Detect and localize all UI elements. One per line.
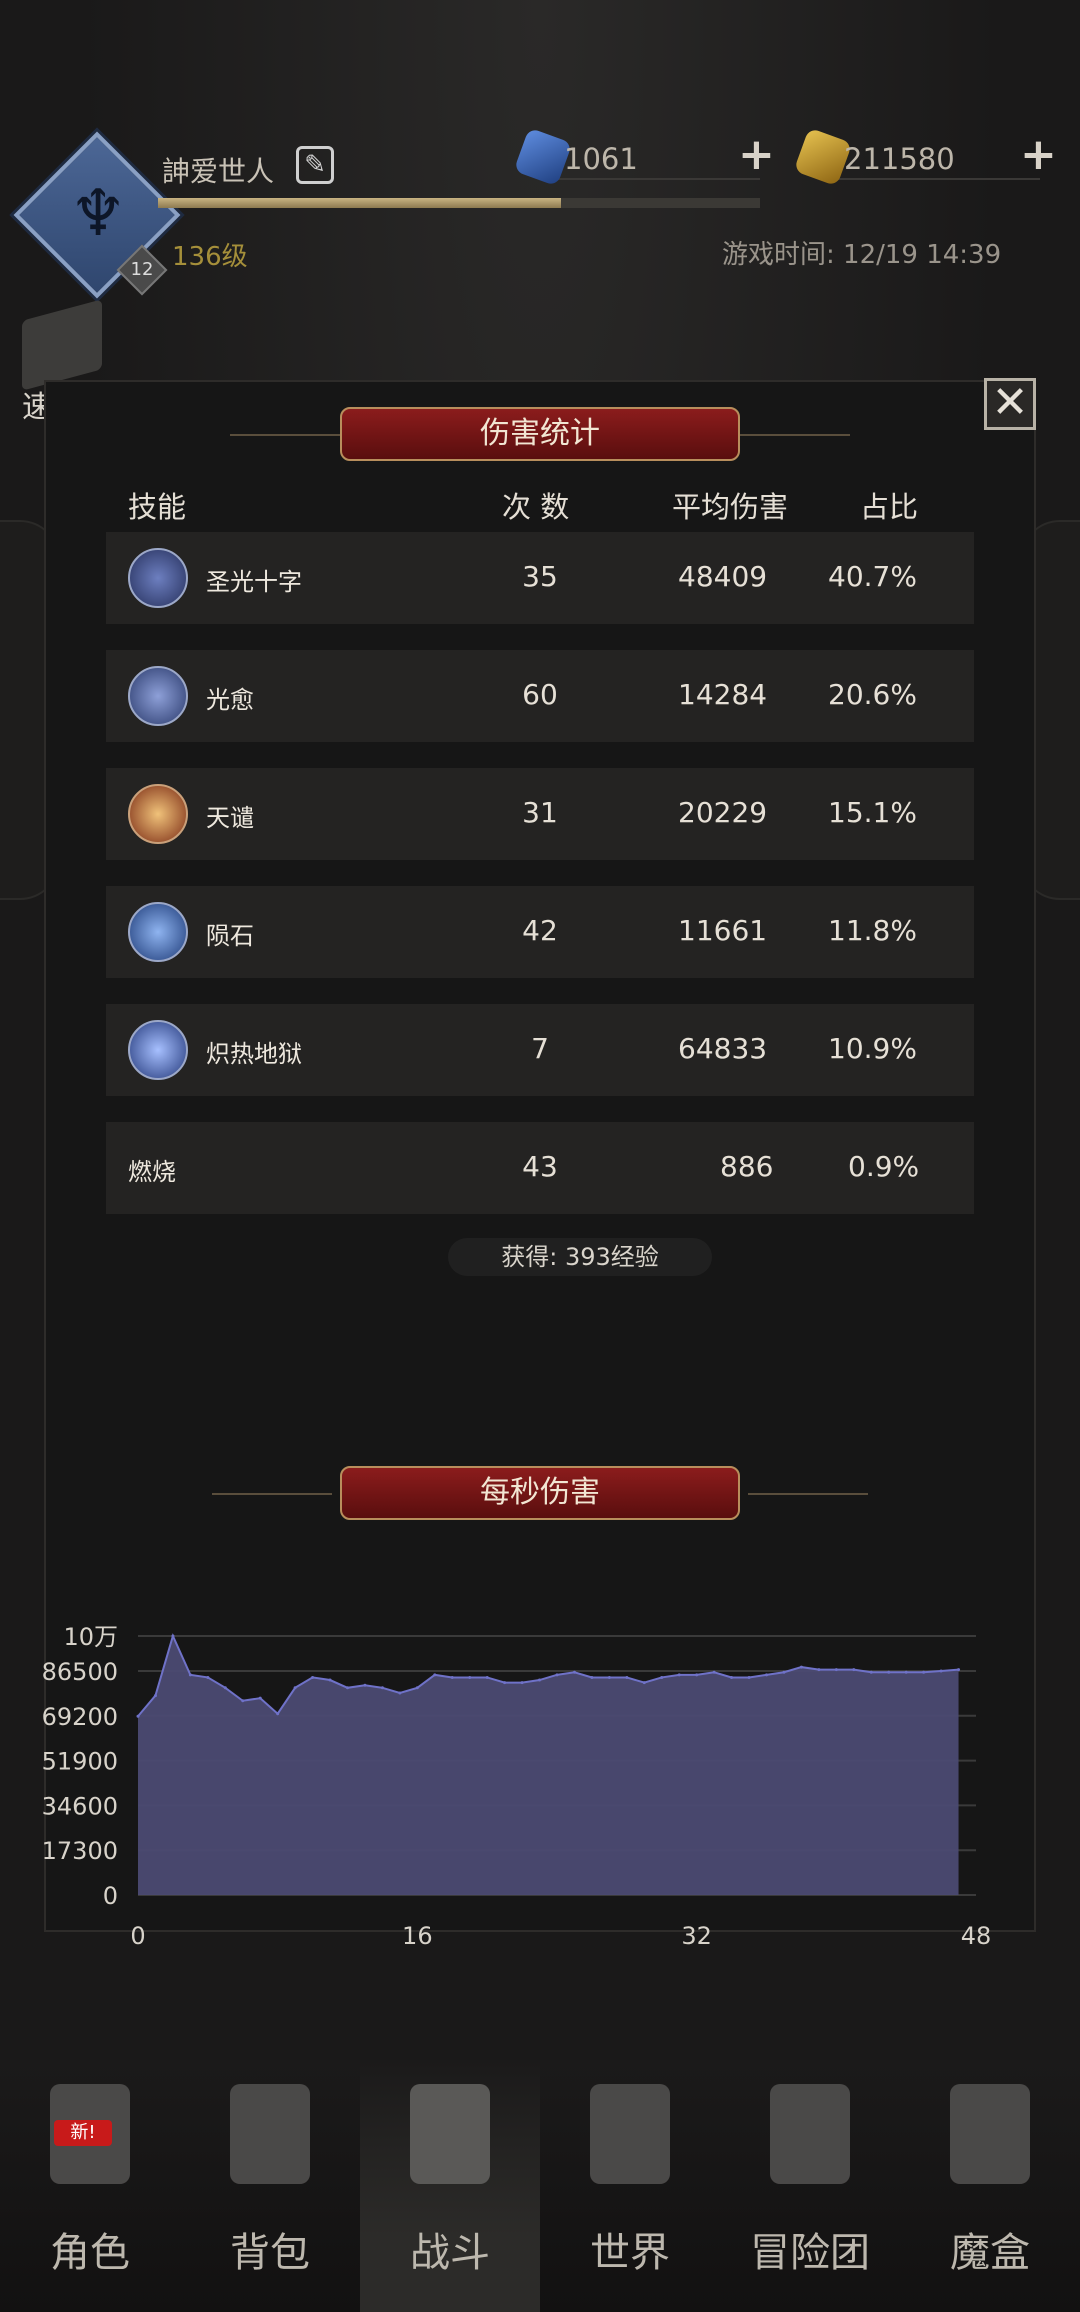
dps-point	[904, 1670, 908, 1674]
y-tick-label: 0	[103, 1882, 118, 1910]
y-tick-label: 69200	[42, 1703, 118, 1731]
dps-point	[799, 1665, 803, 1669]
dps-point	[293, 1686, 297, 1690]
dps-point	[450, 1675, 454, 1679]
y-tick-label: 86500	[42, 1658, 118, 1686]
nav-item-adventure-team[interactable]: 冒险团	[720, 2060, 900, 2312]
dps-point	[136, 1714, 140, 1718]
dps-point	[485, 1675, 489, 1679]
sword-shield-icon	[410, 2084, 490, 2184]
dps-point	[782, 1670, 786, 1674]
y-tick-label: 17300	[42, 1837, 118, 1865]
dps-point	[433, 1673, 437, 1677]
dps-point	[153, 1694, 157, 1698]
dps-point	[852, 1668, 856, 1672]
dps-point	[223, 1686, 227, 1690]
map-scroll-icon	[590, 2084, 670, 2184]
dps-point	[171, 1634, 175, 1638]
nav-item-backpack[interactable]: 背包	[180, 2060, 360, 2312]
dps-point	[887, 1670, 891, 1674]
x-tick-label: 32	[681, 1922, 712, 1950]
dps-point	[765, 1673, 768, 1677]
nav-item-world[interactable]: 世界	[540, 2060, 720, 2312]
nav-label: 冒险团	[750, 2230, 870, 2276]
x-tick-label: 48	[961, 1922, 992, 1950]
dps-point	[398, 1691, 402, 1695]
dps-point	[695, 1673, 699, 1677]
dps-point	[730, 1675, 734, 1679]
dps-point	[538, 1678, 542, 1682]
dps-point	[468, 1675, 472, 1679]
dps-point	[363, 1683, 367, 1687]
dps-point	[642, 1681, 646, 1685]
nav-label: 世界	[590, 2230, 670, 2276]
new-badge: 新!	[54, 2120, 112, 2146]
dps-point	[503, 1681, 507, 1685]
dps-point	[346, 1686, 349, 1690]
castle-icon	[770, 2084, 850, 2184]
dps-point	[922, 1670, 926, 1674]
dps-point	[817, 1668, 821, 1672]
dps-point	[660, 1675, 664, 1679]
nav-item-character[interactable]: 新! 角色	[0, 2060, 180, 2312]
dps-point	[957, 1668, 961, 1672]
dps-point	[258, 1696, 262, 1700]
y-tick-label: 51900	[42, 1748, 118, 1776]
dps-point	[869, 1670, 873, 1674]
dps-point	[607, 1675, 611, 1679]
nav-item-magic-box[interactable]: 魔盒	[900, 2060, 1080, 2312]
nav-item-battle[interactable]: 战斗	[360, 2060, 540, 2312]
dps-point	[555, 1673, 559, 1677]
dps-area	[138, 1636, 959, 1895]
y-tick-label: 10万	[63, 1623, 118, 1651]
dps-point	[188, 1673, 192, 1677]
backpack-icon	[230, 2084, 310, 2184]
dps-point	[380, 1686, 384, 1690]
dps-point	[590, 1675, 594, 1679]
cube-icon	[950, 2084, 1030, 2184]
dps-point	[712, 1670, 716, 1674]
x-tick-label: 16	[402, 1922, 433, 1950]
dps-point	[677, 1673, 681, 1677]
dps-point	[328, 1678, 332, 1682]
dps-point	[206, 1675, 210, 1679]
dps-point	[276, 1712, 280, 1716]
dps-chart: 10万 86500 69200 51900 34600 17300 00 16 32 48	[42, 1623, 992, 1950]
dps-point	[625, 1675, 629, 1679]
dps-point	[834, 1668, 838, 1672]
dps-point	[415, 1686, 419, 1690]
nav-label: 战斗	[410, 2230, 490, 2276]
nav-label: 角色	[50, 2230, 130, 2276]
dps-point	[520, 1681, 524, 1685]
dps-point	[241, 1699, 245, 1703]
dps-point	[311, 1675, 315, 1679]
nav-label: 魔盒	[950, 2230, 1030, 2276]
dps-point	[939, 1669, 943, 1673]
dps-point	[747, 1675, 751, 1679]
dps-point	[572, 1670, 576, 1674]
x-tick-label: 0	[130, 1922, 145, 1950]
y-tick-label: 34600	[42, 1792, 118, 1820]
nav-label: 背包	[230, 2230, 310, 2276]
